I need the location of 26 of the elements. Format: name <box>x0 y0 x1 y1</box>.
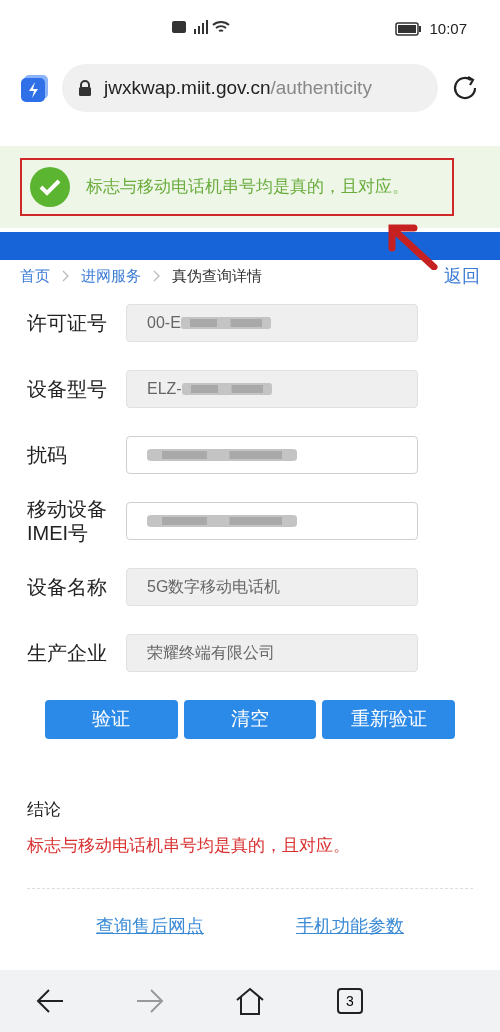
action-button[interactable]: 验证 <box>45 700 178 739</box>
action-button[interactable]: 重新验证 <box>322 700 455 739</box>
url-text: jwxkwap.miit.gov.cn/authenticity <box>104 75 372 100</box>
field-label: 移动设备IMEI号 <box>27 497 108 545</box>
breadcrumb-link[interactable]: 进网服务 <box>81 264 141 288</box>
footer-link[interactable]: 手机功能参数 <box>296 913 404 940</box>
field-value: 00-E <box>147 313 181 333</box>
field-label: 设备型号 <box>27 377 108 401</box>
conclusion-title: 结论 <box>26 799 62 821</box>
field-value: 荣耀终端有限公司 <box>147 643 275 663</box>
field-value: ELZ- <box>147 379 182 399</box>
breadcrumb-link[interactable]: 首页 <box>20 264 50 288</box>
toast-message: 标志与移动电话机串号均是真的，且对应。 <box>86 176 409 199</box>
conclusion-text: 标志与移动电话机串号均是真的，且对应。 <box>26 834 351 857</box>
action-button[interactable]: 清空 <box>183 700 317 739</box>
clock-time: 10:07 <box>429 19 467 39</box>
field-label: 生产企业 <box>27 641 108 665</box>
field-label: 扰码 <box>27 443 68 467</box>
footer-link[interactable]: 查询售后网点 <box>96 913 204 940</box>
address-bar[interactable]: jwxkwap.miit.gov.cn/authenticity <box>62 64 438 112</box>
tabs-button[interactable]: 3 <box>337 988 363 1014</box>
field-value: 5G数字移动电话机 <box>147 577 281 597</box>
field-label: 许可证号 <box>27 311 108 335</box>
breadcrumb-current: 真伪查询详情 <box>172 265 262 286</box>
back-link[interactable]: 返回 <box>444 262 480 290</box>
field-label: 设备名称 <box>27 575 108 599</box>
